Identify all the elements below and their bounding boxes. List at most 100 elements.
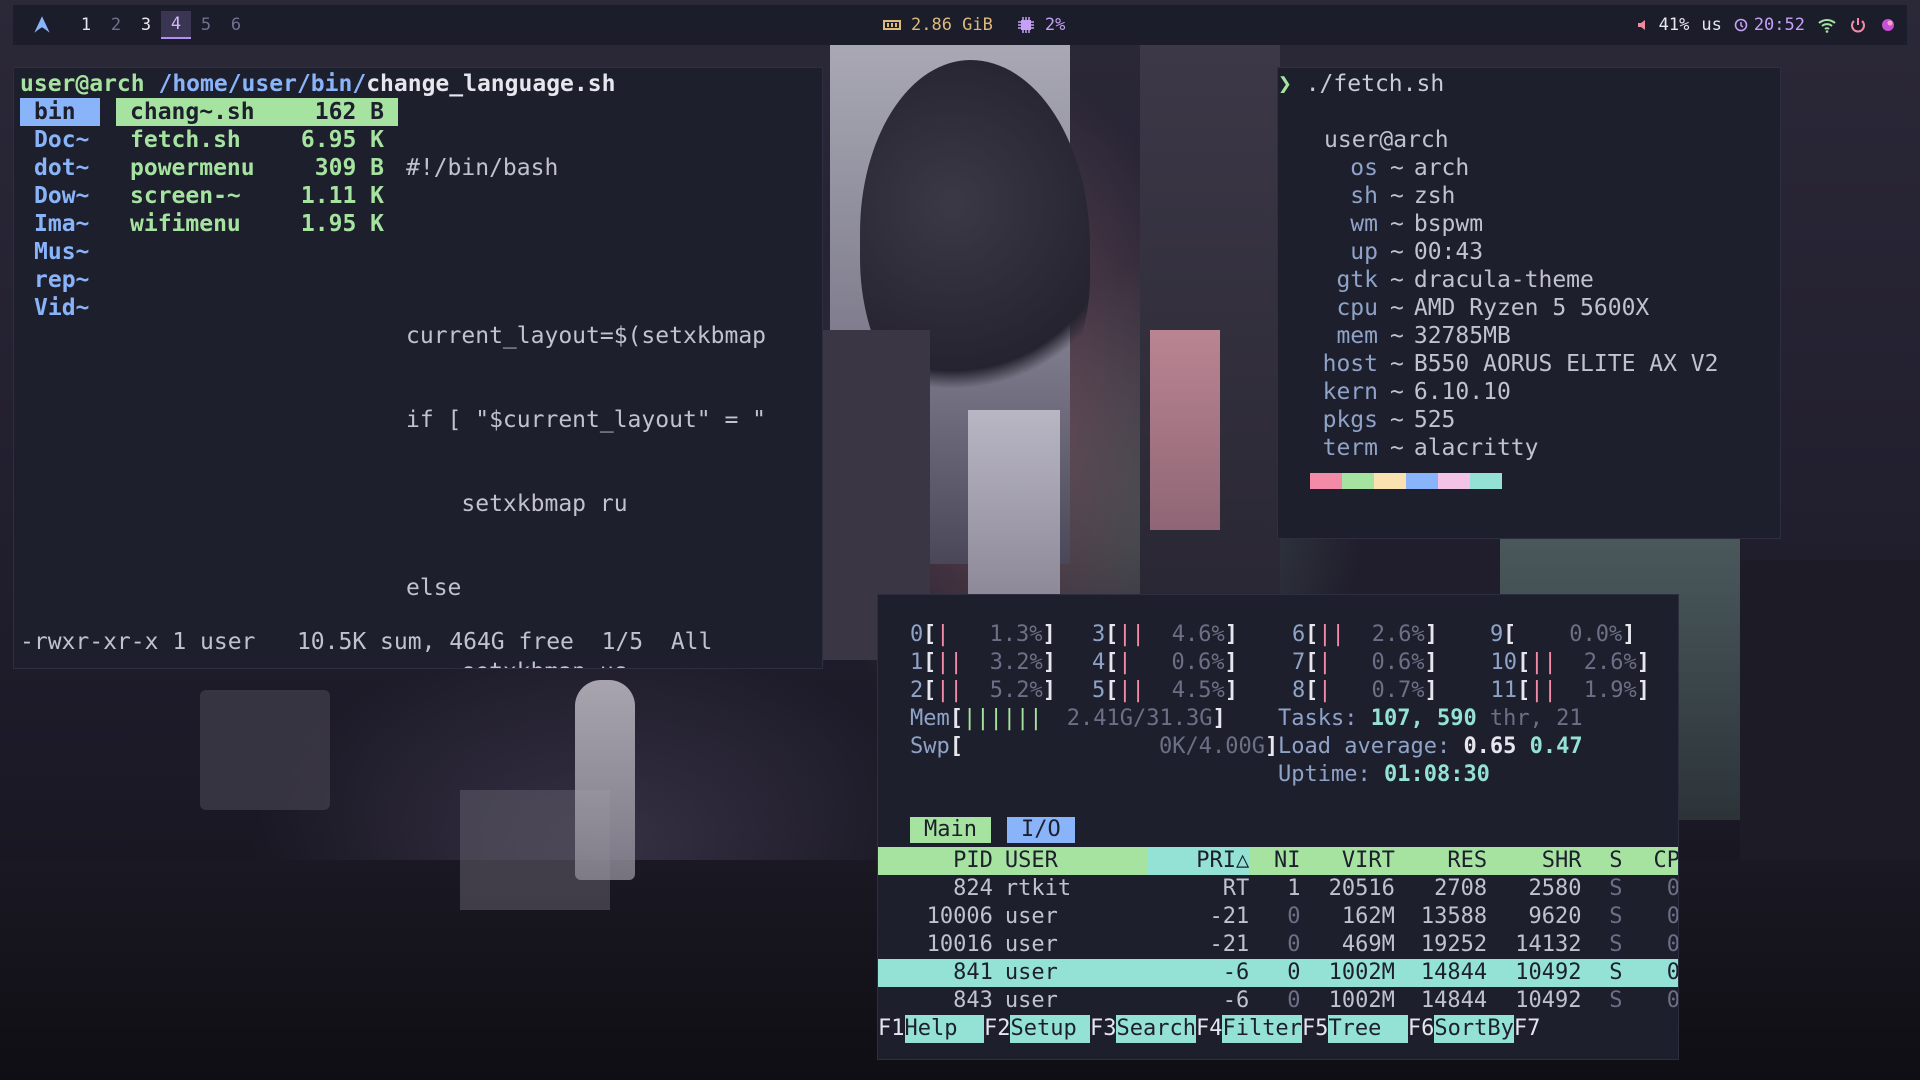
info-value: alacritty: [1413, 435, 1539, 461]
function-key-label[interactable]: Setup: [1010, 1015, 1090, 1043]
function-key[interactable]: F3: [1090, 1015, 1117, 1043]
cpu-core-meter: 8[| 0.7%]: [1292, 677, 1438, 705]
preview-line: setxkbmap ru: [406, 491, 628, 517]
file-manager-path: user@arch /home/user/bin/change_language…: [20, 70, 615, 98]
directory-item[interactable]: Ima~: [20, 210, 100, 238]
info-separator: ~: [1390, 435, 1404, 461]
column-header[interactable]: USER: [992, 847, 1147, 875]
info-key: mem: [1336, 323, 1378, 349]
cell-virt: 1002M: [1328, 988, 1395, 1013]
function-key-bar: F1 Help F2 Setup F3 Search F4 Filter F5 Tree F6…: [878, 1015, 1540, 1043]
meter-bracket: ]: [1224, 678, 1238, 703]
cpu-core-meter: 11[|| 1.9%]: [1490, 677, 1651, 705]
column-header[interactable]: S: [1581, 847, 1623, 875]
workspace-4[interactable]: 4: [161, 11, 191, 39]
tab-main[interactable]: Main: [910, 817, 991, 843]
workspace-3[interactable]: 3: [131, 12, 161, 38]
table-row[interactable]: 841 user -6 0 1002M 14844 10492 S 0: [878, 959, 1678, 987]
directory-item[interactable]: bin: [20, 98, 100, 126]
info-value: B550 AORUS ELITE AX V2: [1413, 351, 1719, 377]
function-key[interactable]: F7: [1514, 1015, 1541, 1043]
cpu-percent: 0.0%: [1569, 622, 1623, 647]
color-swatch: [1438, 473, 1470, 489]
file-item[interactable]: chang~.sh 162 B: [116, 98, 398, 126]
file-manager-window[interactable]: user@arch /home/user/bin/change_language…: [13, 67, 823, 669]
meter-bracket: [: [1305, 622, 1319, 647]
notification-icon[interactable]: [1879, 16, 1897, 34]
cpu-core-id: 4: [1092, 650, 1106, 675]
keyboard-layout[interactable]: us: [1701, 15, 1721, 35]
function-key[interactable]: F2: [984, 1015, 1011, 1043]
workspace-area: 1 2 3 4 5 6: [13, 11, 251, 39]
meter-bracket: [: [1305, 678, 1319, 703]
cpu-bars: ||: [1318, 622, 1345, 647]
directory-item[interactable]: Doc~: [20, 126, 100, 154]
cell-user: user: [1004, 988, 1058, 1013]
table-row[interactable]: 824 rtkit RT 1 20516 2708 2580 S 0: [878, 875, 1678, 903]
info-value: 32785MB: [1413, 323, 1511, 349]
fetch-terminal-window[interactable]: ❯ ./fetch.sh user@arch os ~ arch sh ~ zsh wm…: [1277, 67, 1781, 539]
info-value: 6.10.10: [1413, 379, 1511, 405]
directory-item[interactable]: rep~: [20, 266, 100, 294]
power-icon[interactable]: [1849, 16, 1867, 34]
cpu-core-id: 3: [1092, 622, 1106, 647]
cell-shr: 10492: [1515, 988, 1582, 1013]
meter-bracket: ]: [1636, 678, 1650, 703]
clock-time: 20:52: [1753, 15, 1805, 35]
column-header[interactable]: VIRT: [1300, 847, 1395, 875]
column-header[interactable]: PRI△: [1146, 847, 1250, 875]
workspace-5[interactable]: 5: [191, 12, 221, 38]
function-key[interactable]: F5: [1302, 1015, 1329, 1043]
cpu-core-meter: 3[|| 4.6%]: [1092, 621, 1238, 649]
column-header[interactable]: RES: [1394, 847, 1488, 875]
info-key: wm: [1350, 211, 1378, 237]
function-key-label[interactable]: Search: [1116, 1015, 1196, 1043]
info-separator: ~: [1390, 379, 1404, 405]
file-item[interactable]: wifimenu 1.95 K: [116, 210, 398, 238]
table-row[interactable]: 10016 user -21 0 469M 19252 14132 S 0: [878, 931, 1678, 959]
function-key[interactable]: F6: [1408, 1015, 1435, 1043]
uptime-label: Uptime:: [1278, 762, 1384, 787]
function-key-label[interactable]: SortBy: [1434, 1015, 1514, 1043]
directory-item[interactable]: Dow~: [20, 182, 100, 210]
volume-level: 41%: [1658, 15, 1690, 35]
cpu-percent: 4.6%: [1171, 622, 1225, 647]
directory-item[interactable]: Mus~: [20, 238, 100, 266]
workspace-6[interactable]: 6: [221, 12, 251, 38]
table-row[interactable]: 843 user -6 0 1002M 14844 10492 S 0: [878, 987, 1678, 1015]
file-item[interactable]: screen-~ 1.11 K: [116, 182, 398, 210]
tasks-rest: thr, 21: [1476, 706, 1583, 731]
htop-window[interactable]: 0[| 1.3%] 1[|| 3.2%] 2[|| 5.2%] 3[|| 4.6%] 4[| 0.…: [877, 594, 1679, 1060]
info-value: bspwm: [1413, 211, 1484, 237]
volume-indicator[interactable]: 41%: [1637, 15, 1690, 35]
function-key[interactable]: F1: [878, 1015, 905, 1043]
cpu-core-id: 7: [1292, 650, 1306, 675]
column-header[interactable]: CP: [1622, 847, 1678, 875]
directory-item[interactable]: Vid~: [20, 294, 100, 322]
workspace-2[interactable]: 2: [101, 12, 131, 38]
function-key-label[interactable]: Tree: [1328, 1015, 1408, 1043]
function-key[interactable]: F4: [1196, 1015, 1223, 1043]
arch-logo-icon[interactable]: [31, 14, 53, 36]
info-key: os: [1350, 155, 1378, 181]
meter-bracket: [: [1503, 622, 1517, 647]
function-key-label[interactable]: Help: [904, 1015, 984, 1043]
tab-io[interactable]: I/O: [1006, 817, 1075, 843]
clock[interactable]: 20:52: [1734, 15, 1805, 35]
cell-cp: 0: [1666, 904, 1679, 929]
meter-bracket: [: [923, 650, 937, 675]
cell-res: 2708: [1434, 876, 1488, 901]
directory-item[interactable]: dot~: [20, 154, 100, 182]
cpu-bars: ||: [1530, 678, 1557, 703]
file-item[interactable]: fetch.sh 6.95 K: [116, 126, 398, 154]
path-user: user@arch: [20, 71, 145, 97]
meter-bracket: [: [923, 678, 937, 703]
table-row[interactable]: 10006 user -21 0 162M 13588 9620 S 0: [878, 903, 1679, 931]
column-header[interactable]: PID: [878, 847, 993, 875]
column-header[interactable]: NI: [1249, 847, 1301, 875]
wifi-icon[interactable]: [1817, 17, 1837, 33]
file-item[interactable]: powermenu 309 B: [116, 154, 398, 182]
function-key-label[interactable]: Filter: [1222, 1015, 1302, 1043]
column-header[interactable]: SHR: [1487, 847, 1582, 875]
workspace-1[interactable]: 1: [71, 12, 101, 38]
